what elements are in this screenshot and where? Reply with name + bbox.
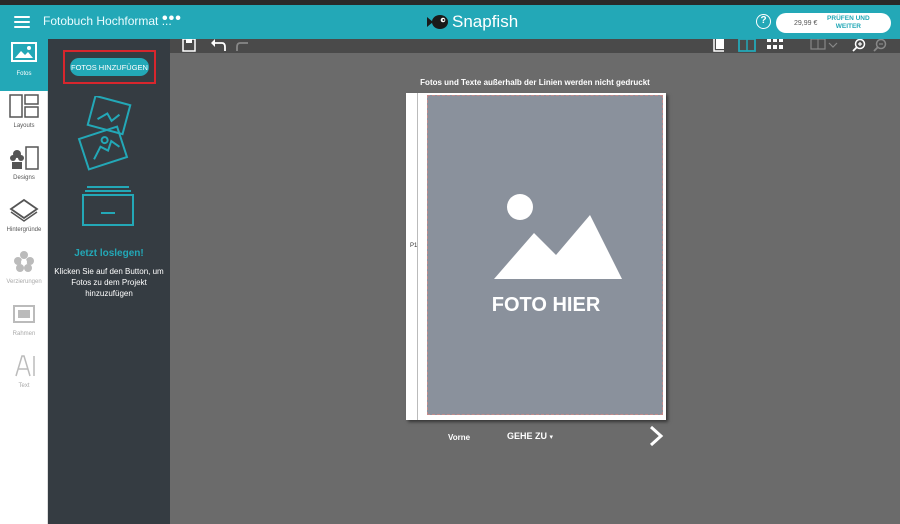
go-to-dropdown[interactable]: GEHE ZU ▾ <box>507 431 553 441</box>
photos-illustration-icon <box>77 96 132 171</box>
undo-icon[interactable] <box>210 39 226 53</box>
hamburger-menu-icon[interactable] <box>14 13 30 31</box>
next-page-chevron-icon[interactable] <box>648 425 664 447</box>
layouts-icon <box>9 94 39 118</box>
frames-icon <box>13 305 35 323</box>
single-page-view-icon[interactable] <box>712 39 726 53</box>
photo-drop-area[interactable]: FOTO HIER <box>427 95 663 415</box>
editor-toolbar <box>170 39 900 53</box>
print-area-notice: Fotos und Texte außerhalb der Linien wer… <box>420 78 650 87</box>
page-navigation: Vorne GEHE ZU ▾ <box>170 425 900 453</box>
spine-marker: P1 <box>410 243 418 249</box>
tool-label: Verzierungen <box>6 279 42 285</box>
photo-icon <box>11 42 37 62</box>
designs-icon <box>10 146 39 170</box>
image-placeholder-icon <box>494 194 622 279</box>
app-header: Fotobuch Hochformat ... ••• Snapfish ? 2… <box>0 5 900 39</box>
help-icon[interactable]: ? <box>756 14 771 29</box>
snapfish-logo: Snapfish <box>427 11 518 33</box>
logo-text: Snapfish <box>452 12 519 31</box>
tool-fotos[interactable]: Fotos <box>0 39 48 91</box>
layout-toggle-icon[interactable] <box>810 39 840 53</box>
tool-text[interactable]: Text <box>0 351 48 403</box>
tool-backgrounds[interactable]: Hintergründe <box>0 195 48 247</box>
tool-label: Designs <box>13 175 35 181</box>
add-photos-button[interactable]: FOTOS HINZUFÜGEN <box>70 58 149 76</box>
text-icon <box>15 355 35 377</box>
spread-view-icon[interactable] <box>738 39 756 53</box>
tool-label: Text <box>18 383 30 389</box>
zoom-out-icon[interactable] <box>873 39 887 53</box>
redo-icon[interactable] <box>236 39 252 53</box>
tool-sidebar: Fotos Layouts Designs Hintergründe Verzi… <box>0 39 48 524</box>
tool-label: Layouts <box>13 123 35 129</box>
tool-layouts[interactable]: Layouts <box>0 91 48 143</box>
backgrounds-icon <box>9 198 39 222</box>
tool-designs[interactable]: Designs <box>0 143 48 195</box>
project-title[interactable]: Fotobuch Hochformat ... <box>43 14 172 28</box>
grid-view-icon[interactable] <box>767 39 785 53</box>
tool-label: Rahmen <box>12 331 36 337</box>
more-options-icon[interactable]: ••• <box>162 10 182 28</box>
checkout-label: PRÜFEN UND WEITER <box>827 15 870 30</box>
photo-placeholder-text: FOTO HIER <box>491 294 601 316</box>
tool-embellishments[interactable]: Verzierungen <box>0 247 48 299</box>
checkout-button[interactable]: 29,99 € PRÜFEN UND WEITER <box>776 13 891 33</box>
price-label: 29,99 € <box>794 19 818 27</box>
save-icon[interactable] <box>182 39 196 53</box>
photos-panel: FOTOS HINZUFÜGEN Jetzt loslegen! Klicken… <box>48 39 170 524</box>
tool-label: Fotos <box>16 71 32 77</box>
current-page-label: Vorne <box>448 433 471 442</box>
photobook-cover: P1 FOTO HIER <box>406 93 666 420</box>
tool-label: Hintergründe <box>6 227 42 233</box>
go-to-label: GEHE ZU <box>507 431 548 441</box>
fish-logo-icon <box>427 15 448 29</box>
get-started-title: Jetzt loslegen! <box>74 248 144 259</box>
book-spine <box>406 93 418 420</box>
get-started-description: Klicken Sie auf den Button, um Fotos zu … <box>54 267 164 298</box>
embellishments-icon <box>14 251 34 272</box>
add-photos-highlight: FOTOS HINZUFÜGEN <box>63 50 156 84</box>
zoom-in-icon[interactable] <box>852 39 866 53</box>
tool-frames[interactable]: Rahmen <box>0 299 48 351</box>
editor-canvas: Fotos und Texte außerhalb der Linien wer… <box>170 53 900 524</box>
chevron-down-icon: ▾ <box>549 434 554 441</box>
upload-tray-icon <box>82 186 134 226</box>
